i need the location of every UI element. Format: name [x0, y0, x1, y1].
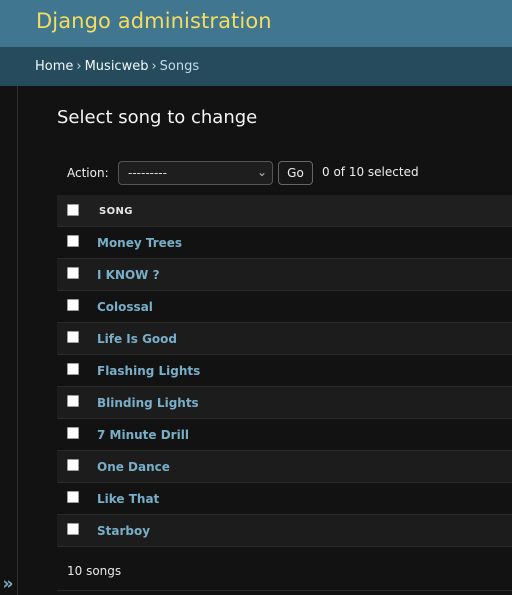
- row-checkbox[interactable]: [67, 523, 79, 535]
- song-link[interactable]: Flashing Lights: [97, 364, 200, 378]
- row-checkbox[interactable]: [67, 395, 79, 407]
- song-link[interactable]: 7 Minute Drill: [97, 428, 189, 442]
- table-row: Flashing Lights: [57, 355, 512, 387]
- table-row: Starboy: [57, 515, 512, 547]
- row-checkbox[interactable]: [67, 235, 79, 247]
- site-title[interactable]: Django administration: [36, 9, 272, 33]
- paginator: 10 songs: [57, 549, 512, 591]
- song-link[interactable]: Blinding Lights: [97, 396, 199, 410]
- selection-counter: 0 of 10 selected: [322, 165, 419, 179]
- table-row: One Dance: [57, 451, 512, 483]
- action-select-value: ---------: [128, 166, 167, 180]
- breadcrumb-separator: ›: [151, 59, 157, 74]
- table-row: I KNOW ?: [57, 259, 512, 291]
- results-table: SONG Money Trees I KNOW ? Colossal Life Is …: [57, 195, 512, 547]
- table-row: 7 Minute Drill: [57, 419, 512, 451]
- table-row: Money Trees: [57, 227, 512, 259]
- breadcrumb-home-link[interactable]: Home: [35, 59, 73, 74]
- table-row: Like That: [57, 483, 512, 515]
- song-link[interactable]: Colossal: [97, 300, 153, 314]
- breadcrumb-separator: ›: [76, 59, 82, 74]
- sidebar-toggle-icon[interactable]: »: [0, 569, 16, 595]
- song-link[interactable]: Starboy: [97, 524, 150, 538]
- site-header: Django administration: [0, 0, 512, 47]
- action-label: Action:: [67, 166, 109, 180]
- song-link[interactable]: Money Trees: [97, 236, 182, 250]
- page-title: Select song to change: [57, 107, 258, 128]
- action-select[interactable]: --------- ⌄: [118, 161, 273, 185]
- table-row: Colossal: [57, 291, 512, 323]
- row-checkbox[interactable]: [67, 299, 79, 311]
- row-checkbox[interactable]: [67, 331, 79, 343]
- chevron-down-icon: ⌄: [256, 165, 267, 179]
- select-all-checkbox[interactable]: [67, 204, 79, 216]
- table-row: Life Is Good: [57, 323, 512, 355]
- song-link[interactable]: One Dance: [97, 460, 170, 474]
- row-checkbox[interactable]: [67, 267, 79, 279]
- row-checkbox[interactable]: [67, 491, 79, 503]
- table-row: Blinding Lights: [57, 387, 512, 419]
- song-link[interactable]: Like That: [97, 492, 159, 506]
- table-body: Money Trees I KNOW ? Colossal Life Is Good F…: [57, 227, 512, 547]
- breadcrumb-app-link[interactable]: Musicweb: [85, 59, 149, 74]
- table-header-row: SONG: [57, 195, 512, 227]
- row-checkbox[interactable]: [67, 427, 79, 439]
- song-link[interactable]: I KNOW ?: [97, 268, 160, 282]
- go-button[interactable]: Go: [278, 161, 313, 185]
- breadcrumb: Home › Musicweb › Songs: [0, 47, 512, 86]
- song-link[interactable]: Life Is Good: [97, 332, 177, 346]
- actions-bar: Action: --------- ⌄ Go 0 of 10 selected: [57, 158, 512, 189]
- nav-sidebar: »: [0, 86, 18, 595]
- row-checkbox[interactable]: [67, 459, 79, 471]
- breadcrumb-current: Songs: [159, 59, 200, 74]
- column-header-song[interactable]: SONG: [99, 206, 133, 217]
- row-checkbox[interactable]: [67, 363, 79, 375]
